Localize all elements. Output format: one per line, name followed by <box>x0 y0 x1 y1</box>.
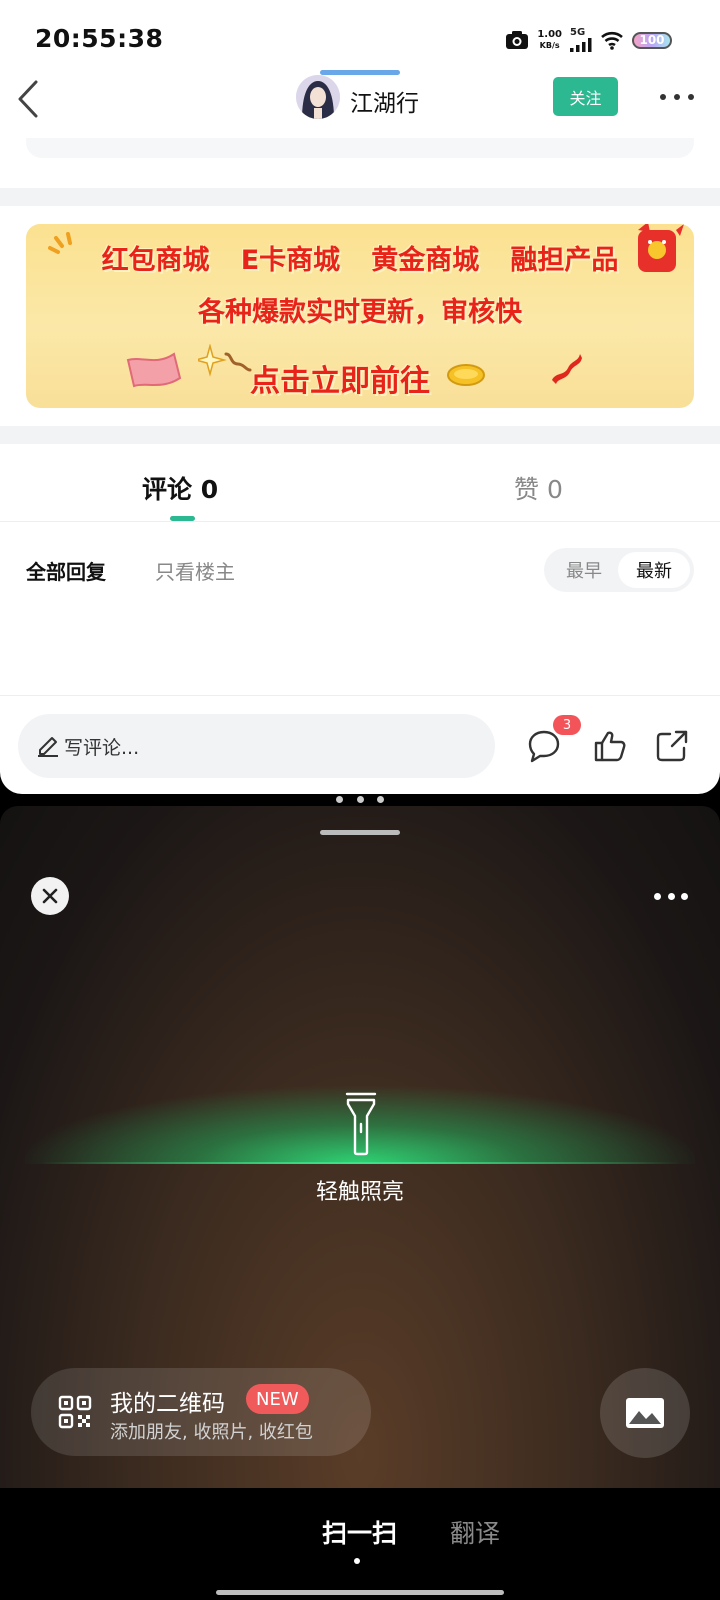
drag-dots <box>336 796 384 804</box>
flashlight-icon[interactable] <box>344 1092 378 1156</box>
signal-icon <box>570 38 592 52</box>
banner-item: 黄金商城 <box>371 245 480 276</box>
qr-code-subtitle: 添加朋友, 收照片, 收红包 <box>110 1422 313 1443</box>
active-tab-indicator <box>170 516 195 521</box>
banner-item: 融担产品 <box>510 245 619 276</box>
scan-line <box>40 1162 680 1164</box>
banner-item: E卡商城 <box>240 245 341 276</box>
scan-mode-bar: 扫一扫 翻译 <box>0 1488 720 1600</box>
like-icon[interactable] <box>592 728 628 764</box>
back-icon[interactable] <box>14 78 44 120</box>
net-speed-value: 1.00 <box>537 29 562 40</box>
album-button[interactable] <box>600 1368 690 1458</box>
sort-earliest-option[interactable]: 最早 <box>548 552 620 588</box>
battery-indicator: 100 <box>632 31 672 49</box>
qr-code-icon <box>58 1395 92 1429</box>
image-icon <box>626 1398 664 1428</box>
mode-translate[interactable]: 翻译 <box>450 1514 500 1550</box>
banner-product-list: 红包商城 E卡商城 黄金商城 融担产品 <box>26 238 694 277</box>
close-icon <box>42 888 58 904</box>
section-divider <box>0 426 720 444</box>
pencil-icon <box>38 737 58 757</box>
net-speed: 1.00 KB/s <box>537 29 562 51</box>
net-speed-unit: KB/s <box>539 41 560 50</box>
author-name[interactable]: 江湖行 <box>350 84 419 118</box>
camera-icon <box>506 31 529 49</box>
banner-item: 红包商城 <box>101 245 210 276</box>
comment-count-badge: 3 <box>553 715 581 735</box>
banner-cta[interactable]: 点击立即前往 <box>250 356 430 400</box>
reply-filters: 全部回复 只看楼主 最早 最新 <box>0 540 720 600</box>
banner-subline: 各种爆款实时更新，审核快 <box>198 297 522 328</box>
comment-tabs: 评论 0 赞 0 <box>0 444 720 522</box>
status-icons: 1.00 KB/s 5G 100 <box>505 26 672 54</box>
divider <box>0 695 720 696</box>
new-badge: NEW <box>246 1384 309 1414</box>
cell-signal: 5G <box>570 28 592 52</box>
ribbon-red-icon <box>552 354 582 384</box>
sort-newest-option[interactable]: 最新 <box>618 552 690 588</box>
share-icon[interactable] <box>654 728 690 764</box>
header-accent-bar <box>320 70 400 75</box>
tab-likes[interactable]: 赞 0 <box>514 470 563 506</box>
filter-op-only[interactable]: 只看楼主 <box>155 556 235 585</box>
status-time: 20:55:38 <box>35 24 164 53</box>
ribbon-pink-icon <box>126 352 182 388</box>
promo-banner[interactable]: 红包商城 E卡商城 黄金商城 融担产品 各种爆款实时更新，审核快 点击立即前往 <box>26 224 694 408</box>
gold-coin-icon <box>447 364 485 386</box>
sheet-grab-handle[interactable] <box>320 830 400 835</box>
post-header: 江湖行 关注 <box>0 60 720 138</box>
wifi-icon <box>601 31 623 50</box>
avatar[interactable] <box>296 75 340 119</box>
content-card-edge <box>26 138 694 158</box>
home-indicator[interactable] <box>216 1590 504 1595</box>
flashlight-label: 轻触照亮 <box>315 1180 404 1205</box>
close-button[interactable] <box>31 877 69 915</box>
qr-code-title: 我的二维码 <box>110 1391 225 1417</box>
filter-all-replies[interactable]: 全部回复 <box>26 556 106 585</box>
comment-placeholder: 写评论... <box>64 736 140 759</box>
scanner-more-icon[interactable] <box>654 893 688 901</box>
more-options-icon[interactable] <box>660 90 694 104</box>
active-mode-dot <box>354 1558 360 1564</box>
battery-level: 100 <box>639 33 665 47</box>
swirl-icon <box>224 352 252 372</box>
mode-scan[interactable]: 扫一扫 <box>322 1514 397 1550</box>
sort-toggle: 最早 最新 <box>544 548 694 592</box>
section-divider <box>0 188 720 206</box>
network-type: 5G <box>570 27 586 38</box>
red-envelope-mascot-icon <box>638 224 684 272</box>
write-comment-input[interactable]: 写评论... <box>18 714 495 778</box>
tab-comments[interactable]: 评论 0 <box>142 470 218 506</box>
follow-button[interactable]: 关注 <box>553 77 618 116</box>
